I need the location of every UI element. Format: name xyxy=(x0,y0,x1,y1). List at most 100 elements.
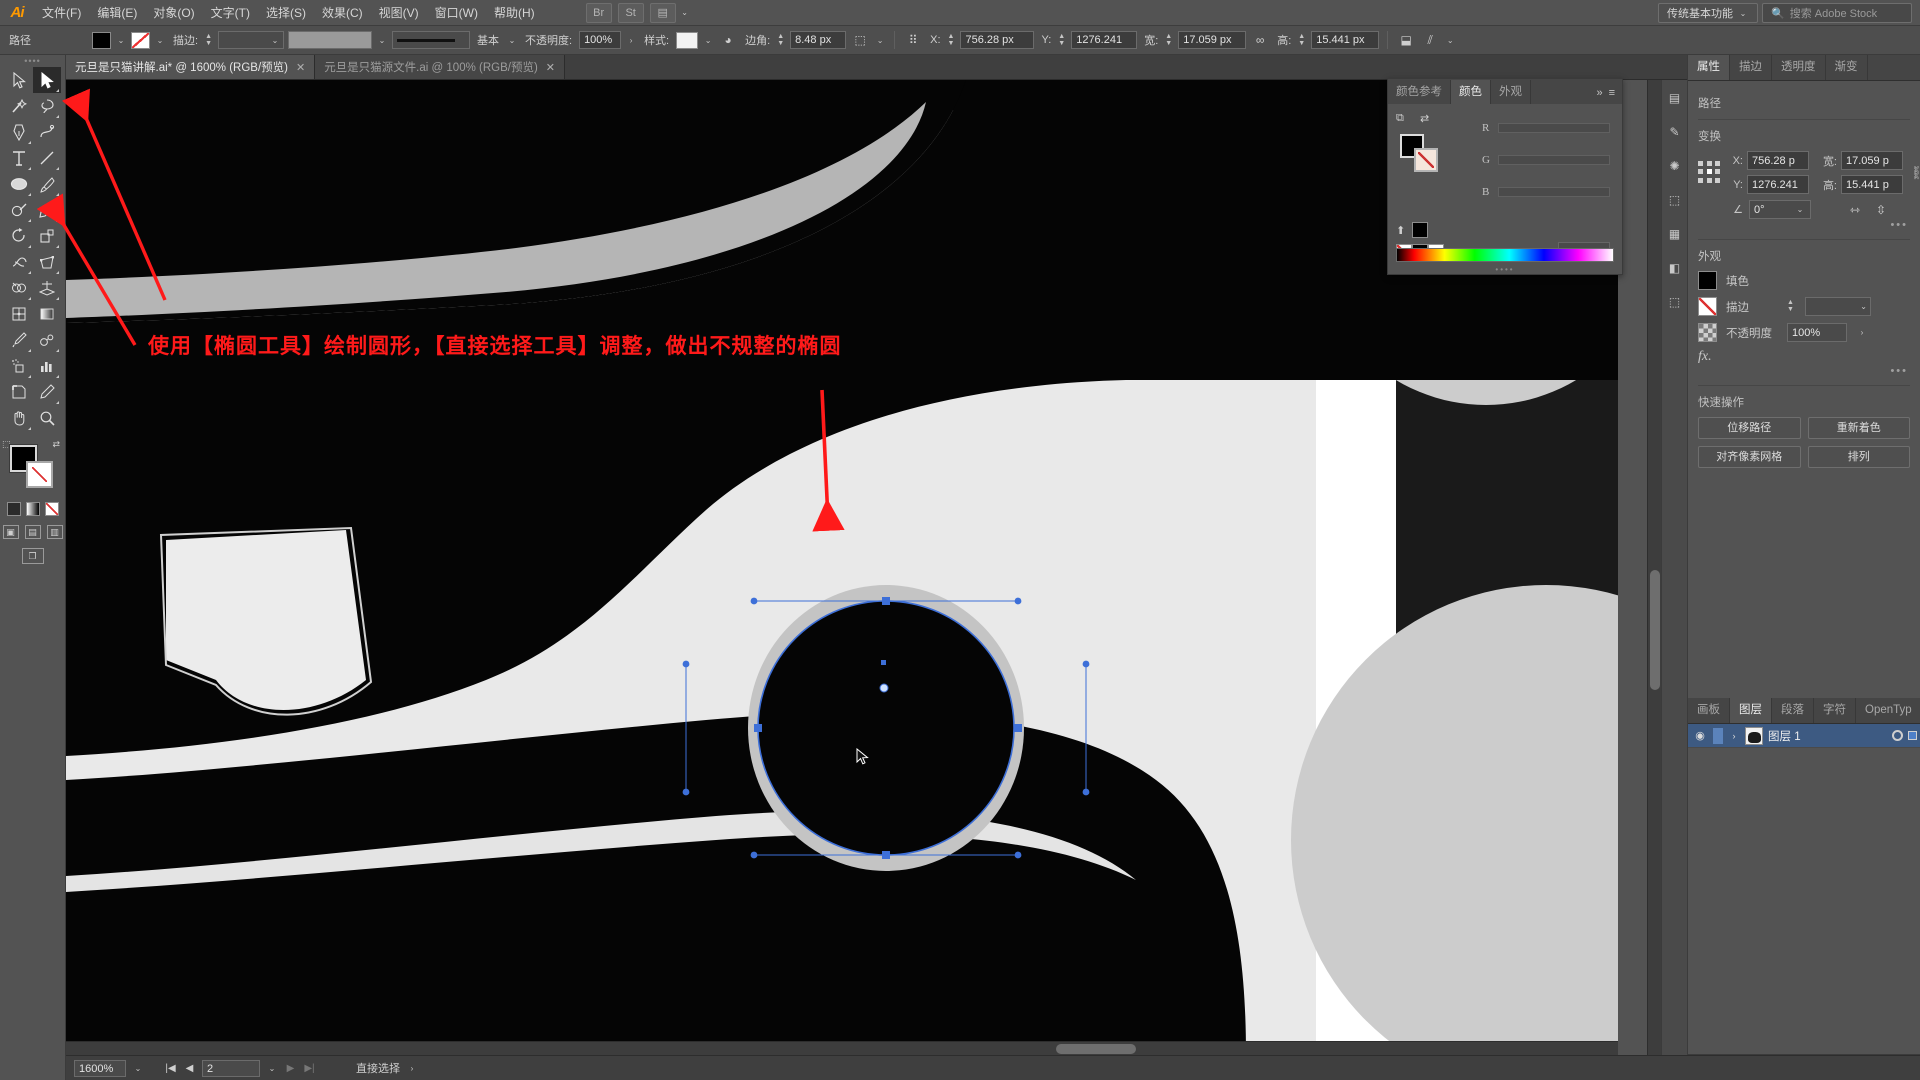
channel-b-slider[interactable] xyxy=(1498,187,1610,197)
menu-effect[interactable]: 效果(C) xyxy=(314,0,371,26)
close-icon[interactable]: ✕ xyxy=(296,61,305,74)
canvas-horizontal-scrollbar[interactable] xyxy=(66,1041,1618,1055)
quick-action-recolor[interactable]: 重新着色 xyxy=(1807,417,1910,439)
quick-action-offset-path[interactable]: 位移路径 xyxy=(1698,417,1801,439)
black-swatch[interactable] xyxy=(1412,222,1429,238)
x-stepper[interactable]: ▲ ▼ xyxy=(948,33,955,47)
magic-wand-tool[interactable] xyxy=(5,93,33,119)
transform-chevron-down-icon[interactable]: ⌄ xyxy=(874,36,886,45)
link-dimensions-icon[interactable]: ∞ xyxy=(1250,31,1270,50)
tab-paragraph[interactable]: 段落 xyxy=(1772,698,1814,723)
mesh-tool[interactable] xyxy=(5,301,33,327)
tab-color[interactable]: 颜色 xyxy=(1451,80,1491,104)
change-screen-mode-icon[interactable]: ❐ xyxy=(21,548,44,564)
stroke-weight-stepper[interactable]: ▲ ▼ xyxy=(205,33,212,47)
prop-angle-value[interactable]: 0° ⌄ xyxy=(1749,200,1811,219)
opacity-flyout-icon[interactable]: › xyxy=(625,36,637,45)
zoom-level-field[interactable]: 1600% xyxy=(74,1059,126,1077)
next-artboard-button[interactable]: ▶ xyxy=(284,1063,297,1074)
layer-selection-indicator[interactable] xyxy=(1908,731,1917,740)
prop-w-value[interactable]: 17.059 p xyxy=(1841,151,1903,170)
appearance-opacity-value[interactable]: 100% xyxy=(1787,323,1847,342)
hand-tool[interactable] xyxy=(5,405,33,431)
flip-vertical-icon[interactable]: ⇳ xyxy=(1871,200,1891,219)
appearance-stroke-weight[interactable]: ⌄ xyxy=(1804,297,1871,316)
visibility-eye-icon[interactable]: ◉ xyxy=(1692,729,1708,742)
symbols-icon[interactable]: ✺ xyxy=(1665,156,1685,176)
flip-horizontal-icon[interactable]: ⇿ xyxy=(1845,200,1865,219)
width-tool[interactable] xyxy=(5,249,33,275)
document-tab-0[interactable]: 元旦是只猫讲解.ai* @ 1600% (RGB/预览) ✕ xyxy=(66,55,316,79)
draw-inside-icon[interactable]: ▥ xyxy=(46,525,63,539)
tab-properties[interactable]: 属性 xyxy=(1688,55,1730,80)
h-stepper[interactable]: ▲ ▼ xyxy=(1298,33,1305,47)
live-shape-icon[interactable]: ◕ xyxy=(718,31,738,50)
swap-colors-icon[interactable]: ⇄ xyxy=(1420,112,1429,125)
menu-type[interactable]: 文字(T) xyxy=(203,0,258,26)
free-transform-tool[interactable] xyxy=(33,249,61,275)
symbol-sprayer-tool[interactable] xyxy=(5,353,33,379)
canvas-vertical-scrollbar[interactable] xyxy=(1647,80,1661,1055)
w-stepper[interactable]: ▲ ▼ xyxy=(1165,33,1172,47)
table-row[interactable]: ◉ › 图层 1 xyxy=(1688,724,1920,748)
style-chevron-down-icon[interactable]: ⌄ xyxy=(702,36,714,45)
ellipse-tool[interactable] xyxy=(5,171,33,197)
apply-last-color-icon[interactable]: ⬆ xyxy=(1396,224,1405,237)
blend-tool[interactable] xyxy=(33,327,61,353)
opacity-flyout-chevron-icon[interactable]: › xyxy=(1856,328,1868,337)
scale-tool[interactable] xyxy=(33,223,61,249)
brush-definition-preview[interactable] xyxy=(392,31,470,49)
tab-character[interactable]: 字符 xyxy=(1814,698,1856,723)
color-panel[interactable]: 颜色参考 颜色 外观 » ≡ ⧉ ⇄ R G B ⬆ •••• xyxy=(1387,78,1623,275)
artboard-tool[interactable] xyxy=(5,379,33,405)
menu-file[interactable]: 文件(F) xyxy=(34,0,89,26)
menu-help[interactable]: 帮助(H) xyxy=(486,0,543,26)
tab-opentype[interactable]: OpenTyp xyxy=(1856,698,1920,723)
tab-layers[interactable]: 图层 xyxy=(1730,698,1772,723)
horizontal-scroll-thumb[interactable] xyxy=(1056,1044,1136,1054)
stroke-color-swatch[interactable] xyxy=(131,31,150,49)
tab-artboards[interactable]: 画板 xyxy=(1688,698,1730,723)
chevron-right-icon[interactable]: › xyxy=(1728,731,1740,741)
stroke-profile-chevron-down-icon[interactable]: ⌄ xyxy=(376,36,388,45)
y-stepper[interactable]: ▲ ▼ xyxy=(1058,33,1065,47)
close-icon[interactable]: ✕ xyxy=(546,61,555,74)
brush-chevron-down-icon[interactable]: ⌄ xyxy=(506,36,518,45)
tab-color-guide[interactable]: 颜色参考 xyxy=(1388,80,1451,104)
stroke-color-box[interactable] xyxy=(26,461,53,488)
add-effect-icon[interactable]: fx. xyxy=(1698,349,1910,365)
reference-point-selector[interactable] xyxy=(1698,160,1722,185)
draw-normal-icon[interactable]: ▣ xyxy=(2,525,19,539)
appearance-opacity-icon[interactable] xyxy=(1698,323,1717,342)
distribute-icon[interactable]: ⫽ xyxy=(1420,31,1440,50)
type-tool[interactable] xyxy=(5,145,33,171)
stroke-profile-field[interactable] xyxy=(288,31,372,49)
workspace-switcher[interactable]: 传统基本功能 ⌄ xyxy=(1658,3,1758,23)
appearance-stroke-stepper[interactable]: ▲ ▼ xyxy=(1787,299,1794,313)
column-graph-tool[interactable] xyxy=(33,353,61,379)
stroke-chevron-down-icon[interactable]: ⌄ xyxy=(154,36,166,45)
direct-selection-tool[interactable] xyxy=(33,67,61,93)
lasso-tool[interactable] xyxy=(33,93,61,119)
rotate-tool[interactable] xyxy=(5,223,33,249)
slice-tool[interactable] xyxy=(33,379,61,405)
vertical-scroll-thumb[interactable] xyxy=(1650,570,1660,690)
line-segment-tool[interactable] xyxy=(33,145,61,171)
graphic-style-swatch[interactable] xyxy=(676,31,699,49)
pencil-tool[interactable] xyxy=(33,197,61,223)
current-tool-label[interactable]: 直接选择 xyxy=(356,1060,400,1076)
arrange-chevron-down-icon[interactable]: ⌄ xyxy=(679,8,691,17)
y-value[interactable]: 1276.241 xyxy=(1071,31,1138,49)
align-icon[interactable]: ⬓ xyxy=(1396,31,1416,50)
channel-g-slider[interactable] xyxy=(1498,155,1610,165)
libraries-icon[interactable]: ▤ xyxy=(1665,88,1685,108)
gradient-tool[interactable] xyxy=(33,301,61,327)
default-colors-icon[interactable]: ⧉ xyxy=(1396,112,1404,125)
quick-action-arrange[interactable]: 排列 xyxy=(1807,446,1910,468)
paintbrush-tool[interactable] xyxy=(33,171,61,197)
reference-point-grid-icon[interactable]: ⠿ xyxy=(903,31,923,50)
stroke-weight-combo[interactable]: ⌄ xyxy=(218,31,284,49)
artboard-chevron-down-icon[interactable]: ⌄ xyxy=(266,1064,278,1073)
toolbar-grip[interactable]: •••• xyxy=(0,55,65,67)
panel-menu-icon[interactable]: ≡ xyxy=(1609,87,1615,99)
